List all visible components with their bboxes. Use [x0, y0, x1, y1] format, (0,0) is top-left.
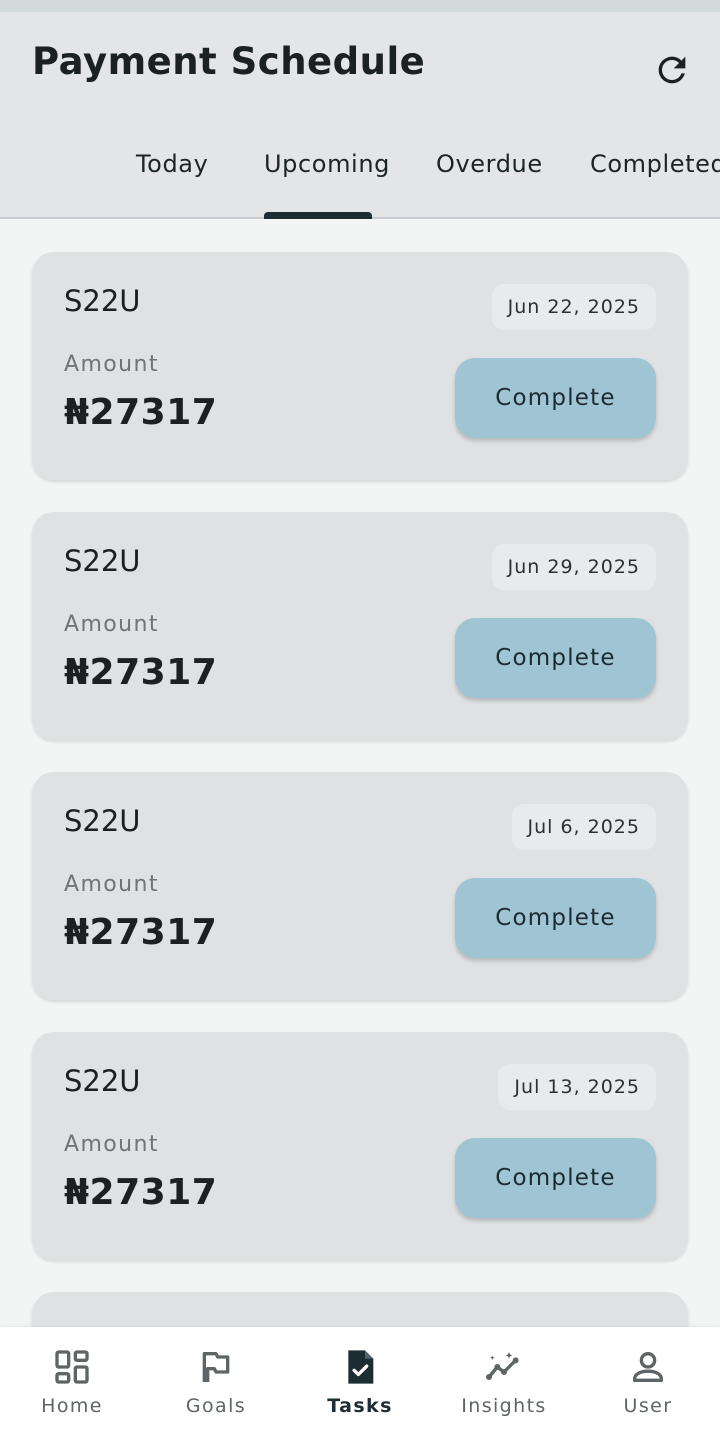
nav-label: Tasks	[327, 1395, 393, 1417]
complete-button[interactable]: Complete	[455, 358, 656, 438]
nav-label: User	[623, 1395, 673, 1417]
nav-insights[interactable]: Insights	[432, 1327, 576, 1439]
bottom-navigation: Home Goals Tasks Insights User	[0, 1327, 720, 1439]
nav-home[interactable]: Home	[0, 1327, 144, 1439]
payment-name: S22U	[64, 284, 141, 318]
payment-card: S22U Jul 6, 2025 Amount ₦27317 Complete	[32, 772, 688, 1000]
complete-button[interactable]: Complete	[455, 878, 656, 958]
amount-value: ₦27317	[64, 912, 218, 953]
payment-card: S22U Jun 22, 2025 Amount ₦27317 Complete	[32, 252, 688, 480]
refresh-button[interactable]	[648, 46, 696, 94]
complete-button[interactable]: Complete	[455, 1138, 656, 1218]
amount-value: ₦27317	[64, 392, 218, 433]
page-title: Payment Schedule	[32, 40, 426, 83]
payment-name: S22U	[64, 544, 141, 578]
nav-user[interactable]: User	[576, 1327, 720, 1439]
amount-value: ₦27317	[64, 652, 218, 693]
refresh-icon	[658, 56, 686, 84]
payment-card: S22U Jun 29, 2025 Amount ₦27317 Complete	[32, 512, 688, 740]
nav-goals[interactable]: Goals	[144, 1327, 288, 1439]
tab-upcoming[interactable]: Upcoming	[264, 150, 390, 178]
nav-label: Goals	[185, 1395, 247, 1417]
tab-today[interactable]: Today	[136, 150, 208, 178]
payment-list[interactable]: S22U Jun 22, 2025 Amount ₦27317 Complete…	[0, 219, 720, 1327]
due-date-chip: Jun 22, 2025	[491, 284, 656, 330]
active-tab-indicator	[264, 212, 372, 219]
payment-name: S22U	[64, 1064, 141, 1098]
tab-bar: Today Upcoming Overdue Completed	[0, 140, 720, 219]
amount-label: Amount	[64, 352, 159, 377]
payment-card: S22U Jul 13, 2025 Amount ₦27317 Complete	[32, 1032, 688, 1260]
task-document-icon	[348, 1350, 374, 1384]
insights-chart-icon	[486, 1352, 519, 1380]
due-date-chip: Jul 13, 2025	[498, 1064, 656, 1110]
flag-icon	[202, 1352, 230, 1382]
nav-tasks[interactable]: Tasks	[288, 1327, 432, 1439]
amount-label: Amount	[64, 612, 159, 637]
amount-label: Amount	[64, 1132, 159, 1157]
nav-label: Insights	[461, 1395, 547, 1417]
payment-name: S22U	[64, 804, 141, 838]
due-date-chip: Jul 6, 2025	[511, 804, 656, 850]
user-icon	[633, 1352, 663, 1382]
app-header: Payment Schedule Today Upcoming Overdue …	[0, 12, 720, 219]
complete-button[interactable]: Complete	[455, 618, 656, 698]
dashboard-icon	[55, 1350, 89, 1384]
tab-completed[interactable]: Completed	[590, 150, 720, 178]
tab-overdue[interactable]: Overdue	[436, 150, 543, 178]
amount-label: Amount	[64, 872, 159, 897]
amount-value: ₦27317	[64, 1172, 218, 1213]
payment-card-partial	[32, 1292, 688, 1327]
due-date-chip: Jun 29, 2025	[491, 544, 656, 590]
status-bar-strip	[0, 0, 720, 12]
nav-label: Home	[41, 1395, 103, 1417]
